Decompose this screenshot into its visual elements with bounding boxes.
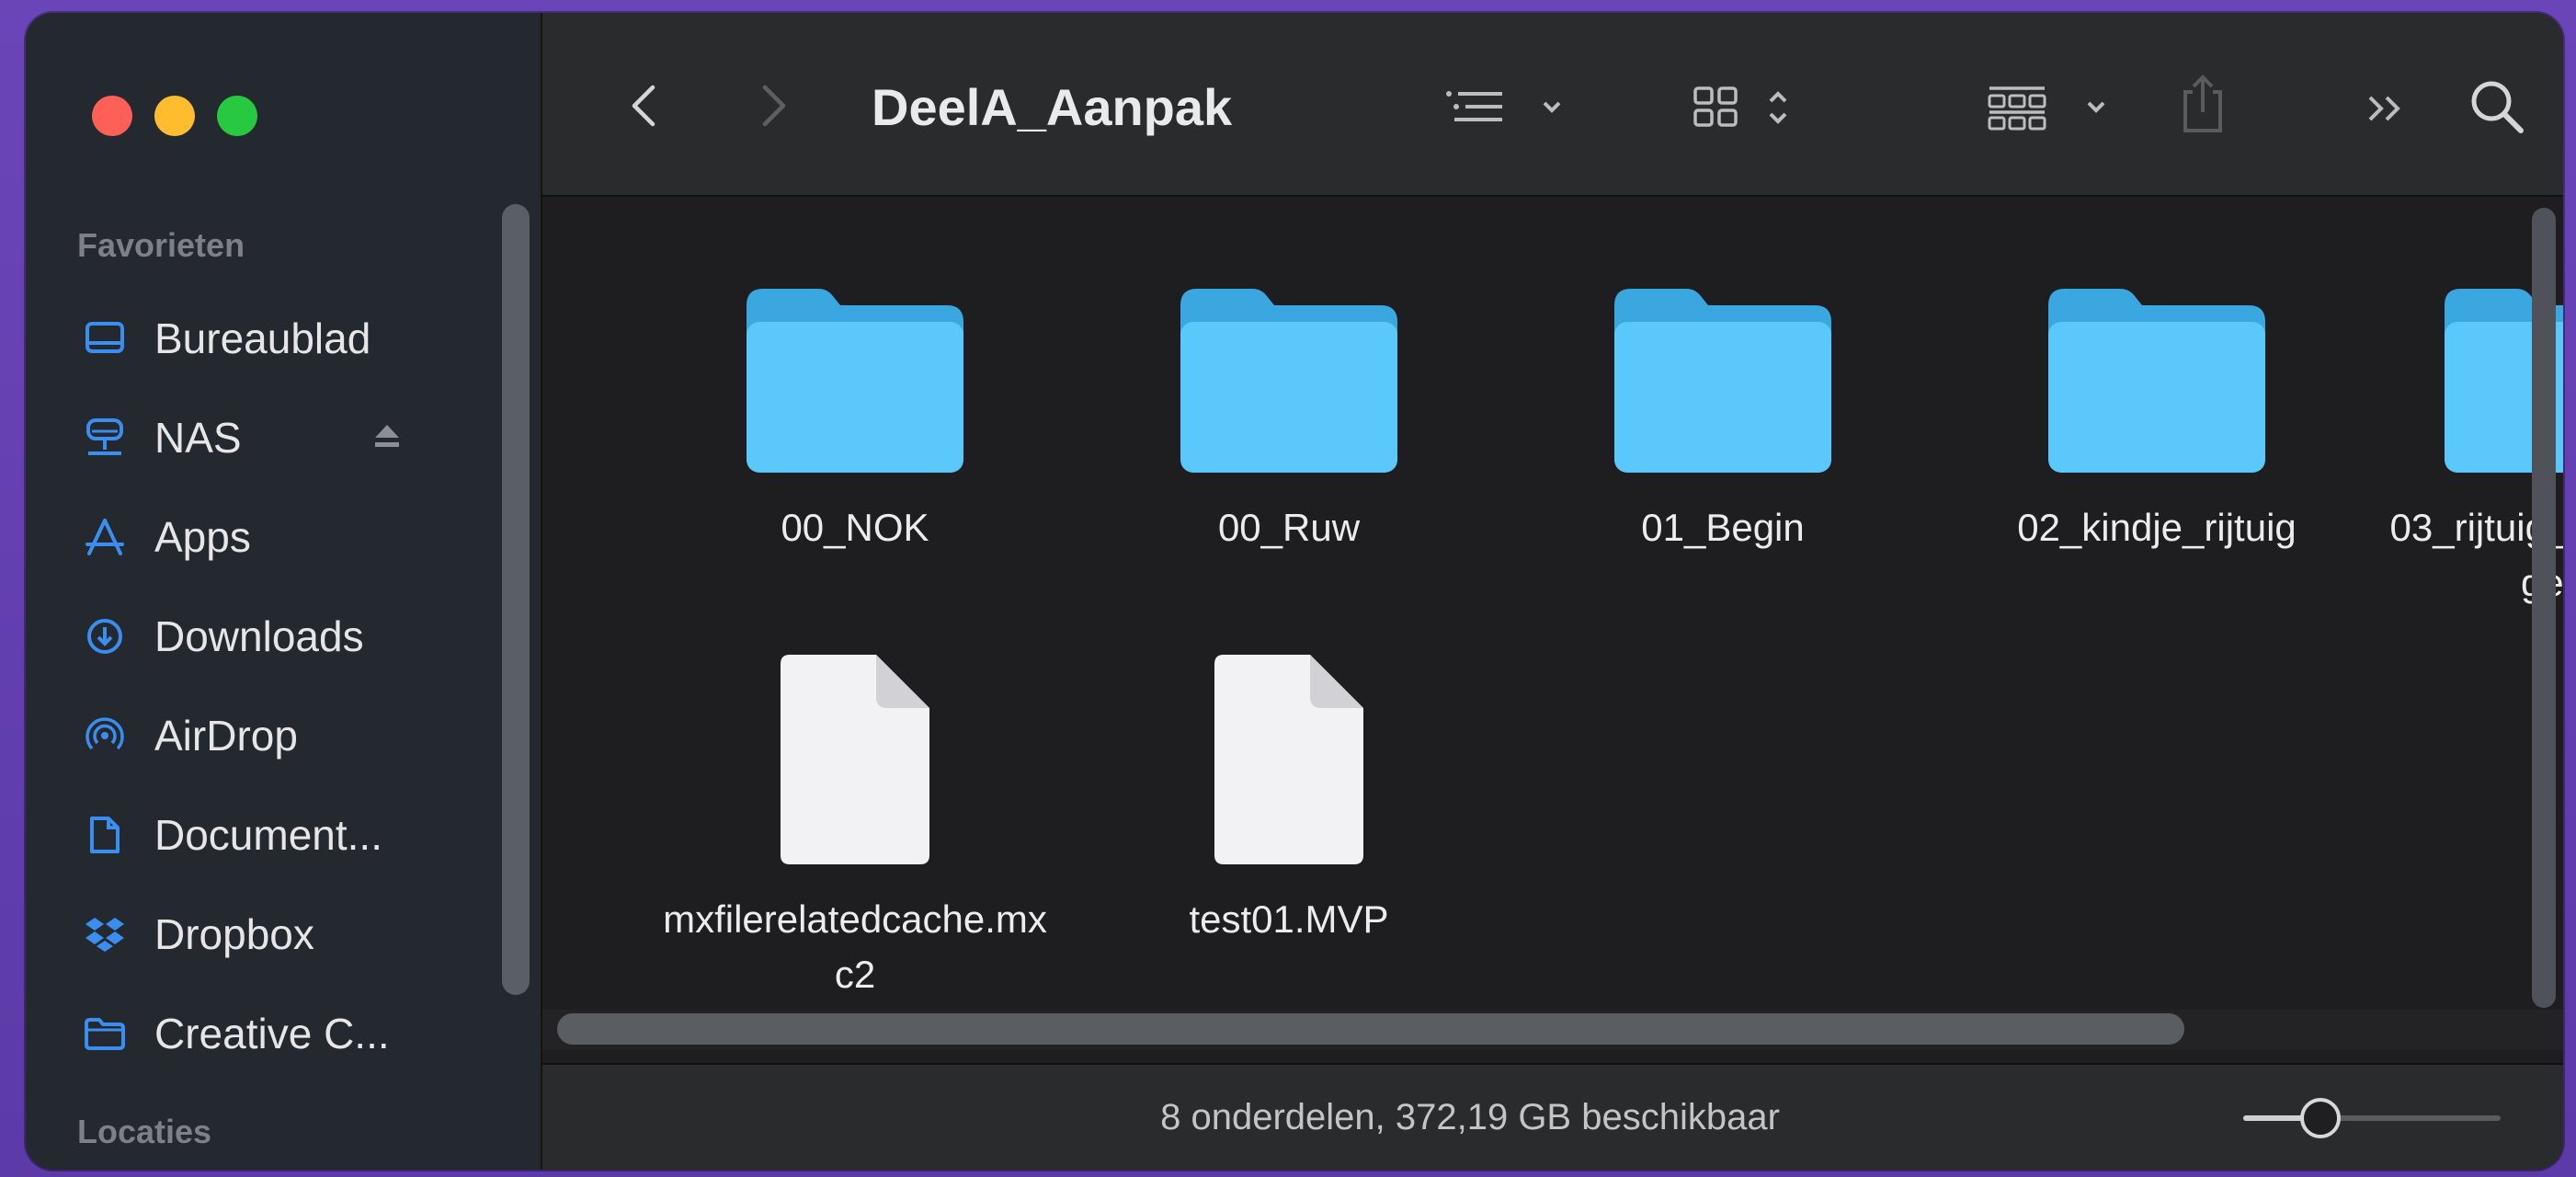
- more-icon[interactable]: [2365, 90, 2407, 127]
- main-area: DeelA_Aanpak 00_NOK 00_Ruw 01_Begin 02_k…: [542, 13, 2563, 1170]
- toolbar: DeelA_Aanpak: [542, 13, 2563, 197]
- file-item-folder[interactable]: 01_Begin: [1530, 278, 1916, 555]
- status-bar: 8 onderdelen, 372,19 GB beschikbaar: [542, 1063, 2563, 1170]
- folder-icon: [1614, 289, 1831, 473]
- favorites-section-label: Favorieten: [77, 226, 245, 264]
- file-item-document[interactable]: test01.MVP: [1096, 651, 1482, 947]
- sidebar-item-nas[interactable]: NAS: [26, 388, 541, 487]
- sidebar-item-creative-cloud[interactable]: Creative C...: [26, 984, 541, 1083]
- locations-section-label: Locaties: [77, 1113, 212, 1150]
- close-button[interactable]: [92, 96, 132, 136]
- window-title: DeelA_Aanpak: [872, 78, 1233, 136]
- sidebar-item-label: Downloads: [154, 612, 364, 660]
- file-name: 01_Begin: [1641, 506, 1805, 549]
- document-icon: [83, 813, 127, 857]
- folder-icon: [747, 289, 963, 473]
- folder-icon: [2048, 289, 2265, 473]
- forward-icon[interactable]: [756, 83, 792, 129]
- file-name: 00_NOK: [781, 506, 929, 549]
- file-name: test01.MVP: [1189, 897, 1389, 941]
- sidebar: Favorieten Bureaublad NAS Apps Downloads…: [26, 13, 542, 1170]
- horizontal-scrollbar[interactable]: [557, 1013, 2184, 1045]
- file-item-folder[interactable]: 00_Ruw: [1096, 278, 1482, 555]
- finder-window: Favorieten Bureaublad NAS Apps Downloads…: [26, 13, 2563, 1170]
- back-icon[interactable]: [625, 83, 662, 129]
- sidebar-item-bureaublad[interactable]: Bureaublad: [26, 289, 541, 388]
- download-icon: [83, 614, 127, 658]
- sidebar-item-airdrop[interactable]: AirDrop: [26, 686, 541, 785]
- apps-icon: [83, 515, 127, 559]
- eject-icon[interactable]: [371, 419, 403, 451]
- group-icon[interactable]: [1986, 83, 2124, 132]
- airdrop-icon: [83, 714, 127, 758]
- zoom-button[interactable]: [217, 96, 257, 136]
- sidebar-item-label: AirDrop: [154, 712, 298, 760]
- file-item-document[interactable]: mxfilerelatedcache.mxc2: [662, 651, 1048, 1002]
- dropbox-icon: [83, 912, 127, 956]
- document-icon: [781, 655, 929, 864]
- document-icon: [1214, 655, 1363, 864]
- window-controls: [92, 96, 257, 136]
- sidebar-item-label: Creative C...: [154, 1010, 390, 1057]
- file-name: 02_kindje_rijtuig: [2017, 506, 2297, 549]
- list-view-icon[interactable]: [1443, 86, 1572, 129]
- sidebar-item-label: NAS: [154, 414, 242, 462]
- minimize-button[interactable]: [154, 96, 195, 136]
- sidebar-item-label: Document...: [154, 811, 382, 859]
- sidebar-scrollbar[interactable]: [502, 204, 530, 995]
- file-grid: 00_NOK 00_Ruw 01_Begin 02_kindje_rijtuig…: [542, 197, 2563, 1063]
- network-drive-icon: [83, 416, 127, 460]
- vertical-scrollbar[interactable]: [2532, 208, 2556, 1008]
- folder-icon: [1180, 289, 1397, 473]
- sidebar-item-documents[interactable]: Document...: [26, 785, 541, 885]
- file-name: 00_Ruw: [1217, 506, 1361, 549]
- sidebar-item-dropbox[interactable]: Dropbox: [26, 885, 541, 984]
- icon-size-slider-knob[interactable]: [2300, 1098, 2341, 1138]
- desktop-icon: [83, 316, 127, 360]
- sidebar-list: Bureaublad NAS Apps Downloads AirDrop Do…: [26, 289, 541, 1083]
- file-name: mxfilerelatedcache.mxc2: [663, 897, 1047, 996]
- folder-icon: [83, 1011, 127, 1056]
- file-item-folder[interactable]: 00_NOK: [662, 278, 1048, 555]
- file-item-folder[interactable]: 02_kindje_rijtuig: [1964, 278, 2350, 555]
- search-icon[interactable]: [2468, 77, 2526, 136]
- share-icon[interactable]: [2175, 72, 2230, 136]
- sidebar-item-label: Bureaublad: [154, 314, 371, 362]
- sidebar-item-downloads[interactable]: Downloads: [26, 587, 541, 686]
- icon-view-icon[interactable]: [1692, 85, 1820, 134]
- sidebar-item-label: Dropbox: [154, 910, 314, 958]
- sidebar-item-label: Apps: [154, 513, 251, 561]
- sidebar-item-apps[interactable]: Apps: [26, 487, 541, 587]
